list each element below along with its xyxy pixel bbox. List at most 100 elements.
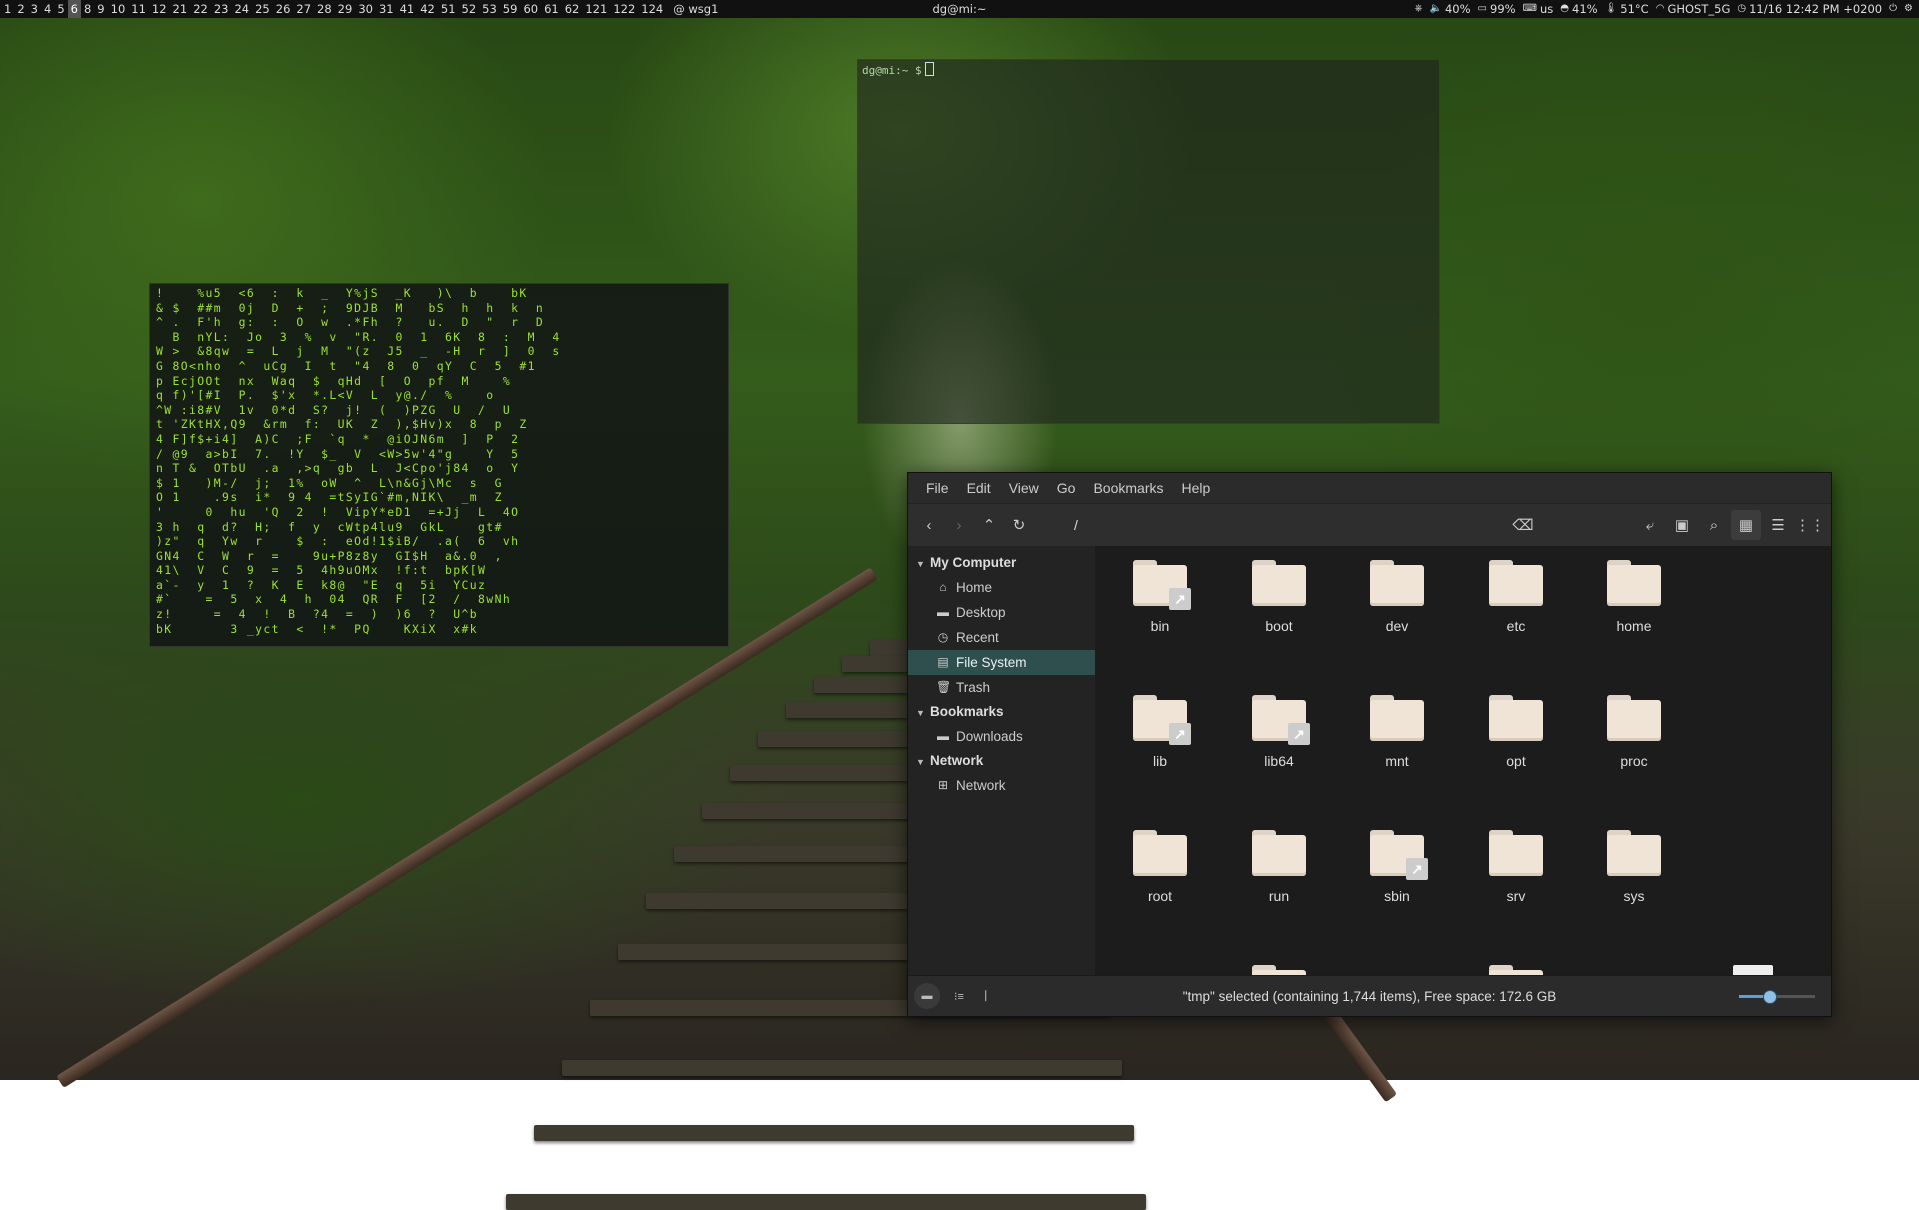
- power-button[interactable]: ⏻: [1889, 0, 1897, 18]
- shell-terminal-window[interactable]: dg@mi:~ $: [857, 59, 1440, 424]
- back-button[interactable]: ‹: [914, 510, 944, 540]
- open-terminal-button[interactable]: ▣: [1667, 510, 1697, 540]
- sidebar-item-home[interactable]: ⌂ Home: [908, 575, 1095, 600]
- workspace-1[interactable]: 1: [1, 0, 14, 18]
- scratch-workspace[interactable]: @ wsg1: [670, 0, 721, 18]
- folder-icon: ↗: [1370, 830, 1428, 880]
- up-button[interactable]: ⌃: [974, 510, 1004, 540]
- sidebar-section-my-computer[interactable]: ▼ My Computer: [908, 551, 1095, 575]
- location-bar[interactable]: /: [1068, 511, 1508, 539]
- workspace-22[interactable]: 22: [190, 0, 211, 18]
- zoom-slider[interactable]: [1739, 990, 1815, 1004]
- workspace-6[interactable]: 6: [67, 0, 81, 18]
- menu-view[interactable]: View: [1001, 477, 1047, 499]
- folder-item-etc[interactable]: etc: [1461, 546, 1571, 656]
- forward-button[interactable]: ›: [944, 510, 974, 540]
- workspace-12[interactable]: 12: [149, 0, 170, 18]
- zoom-slider-handle[interactable]: [1763, 990, 1778, 1004]
- menu-go[interactable]: Go: [1049, 477, 1084, 499]
- workspace-10[interactable]: 10: [108, 0, 129, 18]
- folder-item-opt[interactable]: opt: [1461, 681, 1571, 791]
- list-view-button[interactable]: ☰: [1763, 510, 1793, 540]
- wifi-indicator[interactable]: ◠ GHOST_5G: [1656, 0, 1731, 18]
- workspace-24[interactable]: 24: [231, 0, 252, 18]
- folder-item-sys[interactable]: sys: [1579, 816, 1689, 926]
- clock-indicator[interactable]: ◷ 11/16 12:42 PM +0200: [1737, 0, 1882, 18]
- workspace-29[interactable]: 29: [335, 0, 356, 18]
- workspace-53[interactable]: 53: [479, 0, 500, 18]
- sidebar-section-bookmarks[interactable]: ▼ Bookmarks: [908, 700, 1095, 724]
- folder-item-boot[interactable]: boot: [1224, 546, 1334, 656]
- workspace-21[interactable]: 21: [170, 0, 191, 18]
- sidebar-item-desktop[interactable]: ▬ Desktop: [908, 600, 1095, 625]
- workspace-62[interactable]: 62: [562, 0, 583, 18]
- menu-file[interactable]: File: [918, 477, 957, 499]
- workspace-11[interactable]: 11: [128, 0, 149, 18]
- folder-item-home[interactable]: home: [1579, 546, 1689, 656]
- keyboard-indicator[interactable]: ⌨ us: [1523, 0, 1554, 18]
- folder-item-run[interactable]: run: [1224, 816, 1334, 926]
- workspace-9[interactable]: 9: [94, 0, 107, 18]
- clear-location-button[interactable]: ⌫: [1508, 510, 1538, 540]
- folder-item-mnt[interactable]: mnt: [1342, 681, 1452, 791]
- sidebar-item-trash[interactable]: 🗑 Trash: [908, 675, 1095, 700]
- search-button[interactable]: ⌕: [1699, 510, 1729, 540]
- workspace-30[interactable]: 30: [355, 0, 376, 18]
- sidebar-item-file-system[interactable]: ▤ File System: [908, 650, 1095, 675]
- hide-sidebar-button[interactable]: ⎸: [978, 983, 1004, 1009]
- volume-indicator[interactable]: 🔈 40%: [1430, 0, 1471, 18]
- workspace-26[interactable]: 26: [273, 0, 294, 18]
- workspace-2[interactable]: 2: [14, 0, 27, 18]
- menu-help[interactable]: Help: [1174, 477, 1219, 499]
- folder-item-root[interactable]: root: [1105, 816, 1215, 926]
- workspace-8[interactable]: 8: [81, 0, 94, 18]
- sidebar-item-downloads[interactable]: ▬ Downloads: [908, 724, 1095, 749]
- folder-item-partial[interactable]: [1461, 951, 1571, 976]
- workspace-28[interactable]: 28: [314, 0, 335, 18]
- workspace-27[interactable]: 27: [293, 0, 314, 18]
- symlink-arrow-icon: ↗: [1169, 588, 1191, 610]
- sidebar-section-network[interactable]: ▼ Network: [908, 749, 1095, 773]
- folder-item-dev[interactable]: dev: [1342, 546, 1452, 656]
- workspace-121[interactable]: 121: [582, 0, 610, 18]
- workspace-52[interactable]: 52: [459, 0, 480, 18]
- toolbar: ‹ › ⌃ ↻ / ⌫ ⤶ ▣ ⌕ ▦ ☰ ⋮⋮: [908, 504, 1831, 547]
- workspace-3[interactable]: 3: [28, 0, 41, 18]
- compact-view-button[interactable]: ⋮⋮: [1795, 510, 1825, 540]
- workspace-60[interactable]: 60: [520, 0, 541, 18]
- icon-view-button[interactable]: ▦: [1731, 510, 1761, 540]
- reload-button[interactable]: ↻: [1004, 510, 1034, 540]
- sidebar-item-recent[interactable]: ◷ Recent: [908, 625, 1095, 650]
- workspace-41[interactable]: 41: [397, 0, 418, 18]
- show-treeview-button[interactable]: ⁝≡: [946, 983, 972, 1009]
- folder-item-srv[interactable]: srv: [1461, 816, 1571, 926]
- folder-item-partial[interactable]: [1224, 951, 1334, 976]
- workspace-59[interactable]: 59: [500, 0, 521, 18]
- sidebar-section-title: My Computer: [930, 555, 1017, 570]
- folder-item-proc[interactable]: proc: [1579, 681, 1689, 791]
- workspace-4[interactable]: 4: [41, 0, 54, 18]
- folder-name: srv: [1506, 888, 1526, 904]
- workspace-122[interactable]: 122: [610, 0, 638, 18]
- workspace-42[interactable]: 42: [417, 0, 438, 18]
- workspace-23[interactable]: 23: [211, 0, 232, 18]
- folder-item-bin[interactable]: ↗ bin: [1105, 546, 1215, 656]
- workspace-51[interactable]: 51: [438, 0, 459, 18]
- show-places-button[interactable]: ▬: [914, 983, 940, 1009]
- matrix-terminal-window[interactable]: ! %u5 <6 : k _ Y%jS _K )\ b bK & $ ##m 0…: [149, 283, 729, 647]
- folder-item-lib64[interactable]: ↗ lib64: [1224, 681, 1334, 791]
- file-item-partial[interactable]: [1698, 951, 1808, 976]
- menu-edit[interactable]: Edit: [959, 477, 999, 499]
- folder-item-lib[interactable]: ↗ lib: [1105, 681, 1215, 791]
- workspace-25[interactable]: 25: [252, 0, 273, 18]
- workspace-124[interactable]: 124: [638, 0, 666, 18]
- folder-item-sbin[interactable]: ↗ sbin: [1342, 816, 1452, 926]
- menu-bookmarks[interactable]: Bookmarks: [1085, 477, 1171, 499]
- workspace-31[interactable]: 31: [376, 0, 397, 18]
- workspace-61[interactable]: 61: [541, 0, 562, 18]
- workspace-5[interactable]: 5: [54, 0, 67, 18]
- speaker-icon: 🔈: [1429, 3, 1442, 14]
- sidebar-item-network[interactable]: ⊞ Network: [908, 773, 1095, 798]
- tray-settings-button[interactable]: ⚙: [1904, 0, 1913, 18]
- toggle-location-button[interactable]: ⤶: [1635, 510, 1665, 540]
